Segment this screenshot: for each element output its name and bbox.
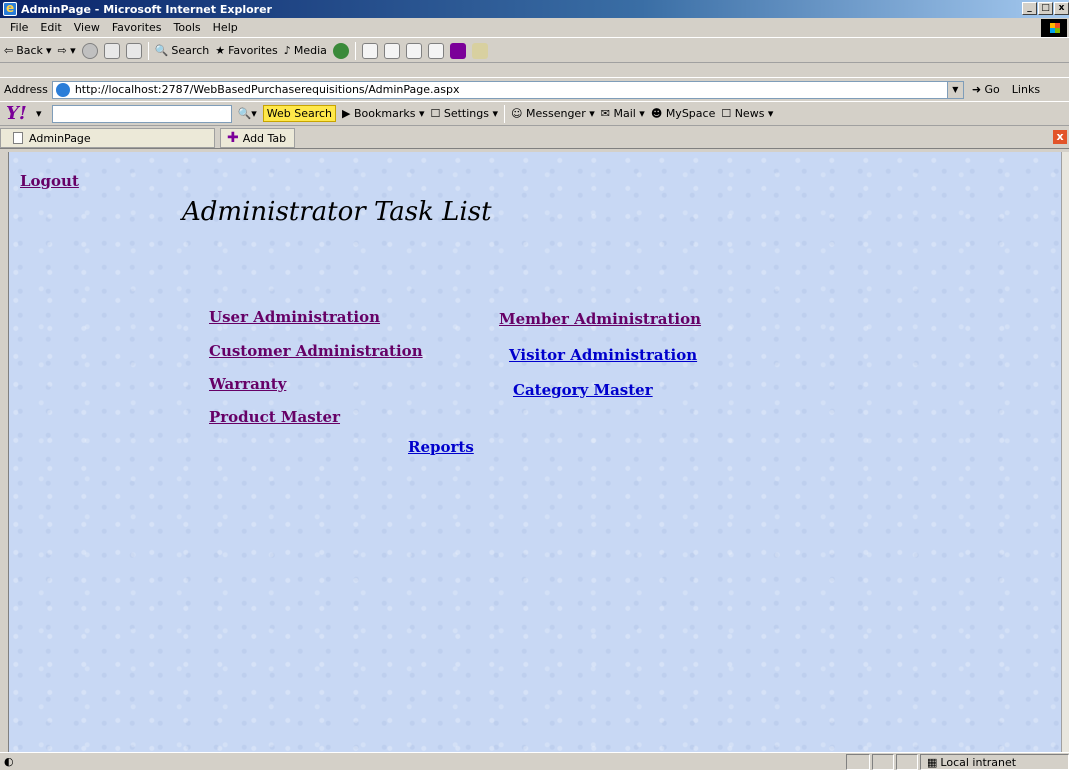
member-administration-link[interactable]: Member Administration [499,310,701,328]
address-url: http://localhost:2787/WebBasedPurchasere… [74,83,460,96]
favorites-label: Favorites [228,44,278,57]
plus-icon: ✚ [227,130,239,146]
page-icon [13,132,23,144]
yahoo-menu-arrow[interactable]: ▾ [36,107,42,120]
security-zone: ▦ Local intranet [920,754,1069,770]
mail-button[interactable]: ✉ Mail ▾ [601,107,645,120]
stop-icon[interactable] [81,42,98,59]
menu-file[interactable]: File [4,21,34,34]
status-cell [872,754,894,770]
toolbar-separator [354,41,356,60]
back-arrow-icon: ⇦ [4,44,14,57]
edit-icon[interactable] [405,42,422,59]
add-tab-button[interactable]: ✚ Add Tab [220,128,295,148]
close-tab-icon[interactable]: x [1053,130,1067,144]
media-icon: ♪ [283,44,291,57]
bookmarks-button[interactable]: ▶ Bookmarks ▾ [342,107,424,120]
yahoo-search-icon[interactable]: 🔍▾ [238,107,257,120]
tab-adminpage[interactable]: AdminPage [0,128,215,148]
page-icon [55,82,70,97]
history-icon[interactable] [332,42,349,59]
product-master-link[interactable]: Product Master [209,408,340,426]
address-label: Address [4,83,48,96]
search-label: Search [171,44,210,57]
search-icon: 🔍 [154,44,169,57]
yahoo-search-input[interactable] [51,104,232,123]
toolbar-separator [147,41,149,60]
bookmarks-label: Bookmarks [354,107,416,120]
print-icon[interactable] [383,42,400,59]
menu-favorites[interactable]: Favorites [106,21,168,34]
yahoo-icon[interactable] [449,42,466,59]
visitor-administration-link[interactable]: Visitor Administration [509,346,697,364]
favorites-icon: ★ [215,44,226,57]
page-title: Administrator Task List [182,197,492,227]
address-bar: Address http://localhost:2787/WebBasedPu… [0,77,1069,101]
media-button[interactable]: ♪ Media [284,44,327,57]
warranty-link[interactable]: Warranty [209,375,286,393]
yahoo-logo[interactable]: Y! [6,103,30,124]
maximize-button[interactable]: □ [1038,2,1053,15]
links-button[interactable]: Links [1012,83,1040,96]
settings-button[interactable]: ☐ Settings ▾ [431,107,499,120]
address-dropdown-icon[interactable]: ▼ [946,81,963,98]
menu-bar: File Edit View Favorites Tools Help [0,18,1069,38]
ie-app-icon [3,1,17,16]
home-icon[interactable] [125,42,142,59]
forward-button[interactable]: ⇨ ▾ [57,44,75,57]
messenger-button[interactable]: ☺ Messenger ▾ [511,107,595,120]
discuss-icon[interactable] [427,42,444,59]
tab-bar: AdminPage ✚ Add Tab x [0,125,1069,149]
category-master-link[interactable]: Category Master [513,381,653,399]
page-content: Logout Administrator Task List User Admi… [8,152,1061,752]
window-title: AdminPage - Microsoft Internet Explorer [21,2,272,16]
search-button[interactable]: 🔍 Search [155,44,210,57]
news-label: News [734,107,765,120]
intranet-icon: ▦ [927,755,938,769]
refresh-icon[interactable] [103,42,120,59]
status-cell [846,754,870,770]
go-button[interactable]: ➜ Go [972,83,1000,96]
windows-logo-icon [1041,19,1067,37]
go-label: Go [984,83,1000,96]
status-page-icon: ◐ [4,755,14,768]
back-button[interactable]: ⇦ Back ▾ [4,44,51,57]
tab-label: AdminPage [29,131,91,145]
web-search-button[interactable]: Web Search [262,105,337,122]
messenger-label: Messenger [525,107,586,120]
mail-icon[interactable] [361,42,378,59]
status-bar: ◐ ▦ Local intranet [0,752,1069,770]
news-button[interactable]: ☐ News ▾ [721,107,773,120]
back-label: Back [16,44,43,57]
zone-label: Local intranet [940,755,1017,769]
status-cell [896,754,918,770]
myspace-button[interactable]: ☻ MySpace [651,107,716,120]
close-button[interactable]: x [1054,2,1069,15]
window-controls: _ □ x [1022,2,1069,15]
logout-link[interactable]: Logout [20,172,79,190]
customer-administration-link[interactable]: Customer Administration [209,342,423,360]
myspace-label: MySpace [665,107,716,120]
yahoo-toolbar: Y! ▾ 🔍▾ Web Search ▶ Bookmarks ▾ ☐ Setti… [0,101,1069,125]
messenger-icon[interactable] [471,42,488,59]
user-administration-link[interactable]: User Administration [209,308,380,326]
vertical-scrollbar[interactable] [1061,152,1069,752]
favorites-button[interactable]: ★ Favorites [215,44,278,57]
minimize-button[interactable]: _ [1022,2,1037,15]
media-label: Media [293,44,327,57]
menu-view[interactable]: View [68,21,106,34]
settings-label: Settings [443,107,489,120]
add-tab-label: Add Tab [242,131,287,145]
menu-help[interactable]: Help [207,21,244,34]
window-titlebar: AdminPage - Microsoft Internet Explorer … [0,0,1069,18]
menu-edit[interactable]: Edit [34,21,67,34]
reports-link[interactable]: Reports [408,438,474,456]
address-input[interactable]: http://localhost:2787/WebBasedPurchasere… [51,80,964,99]
toolbar-separator [504,104,506,123]
menu-tools[interactable]: Tools [168,21,207,34]
standard-toolbar: ⇦ Back ▾ ⇨ ▾ 🔍 Search ★ Favorites ♪ Medi… [0,39,1069,63]
mail-label: Mail [613,107,636,120]
